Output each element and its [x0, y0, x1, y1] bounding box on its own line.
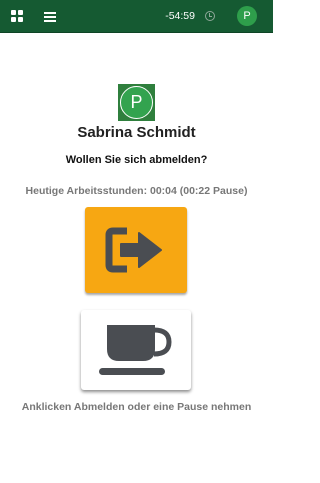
avatar-letter: P [120, 86, 153, 119]
session-timer: -54:59 [165, 10, 195, 22]
logout-button[interactable] [85, 207, 187, 293]
working-hours-text: Heutige Arbeitsstunden: 00:04 (00:22 Pau… [25, 185, 248, 197]
pause-button[interactable] [81, 310, 191, 390]
user-avatar-button[interactable]: P [237, 6, 257, 26]
instruction-hint: Anklicken Abmelden oder eine Pause nehme… [21, 401, 252, 413]
menu-icon[interactable] [44, 12, 56, 22]
logout-icon [105, 227, 162, 273]
logout-question: Wollen Sie sich abmelden? [65, 154, 208, 166]
apps-grid-icon[interactable] [11, 10, 24, 22]
coffee-cup-icon [99, 325, 172, 375]
user-name: Sabrina Schmidt [77, 124, 196, 141]
clock-icon [205, 11, 215, 21]
user-avatar: P [118, 84, 155, 121]
top-bar: -54:59 P [0, 0, 273, 33]
